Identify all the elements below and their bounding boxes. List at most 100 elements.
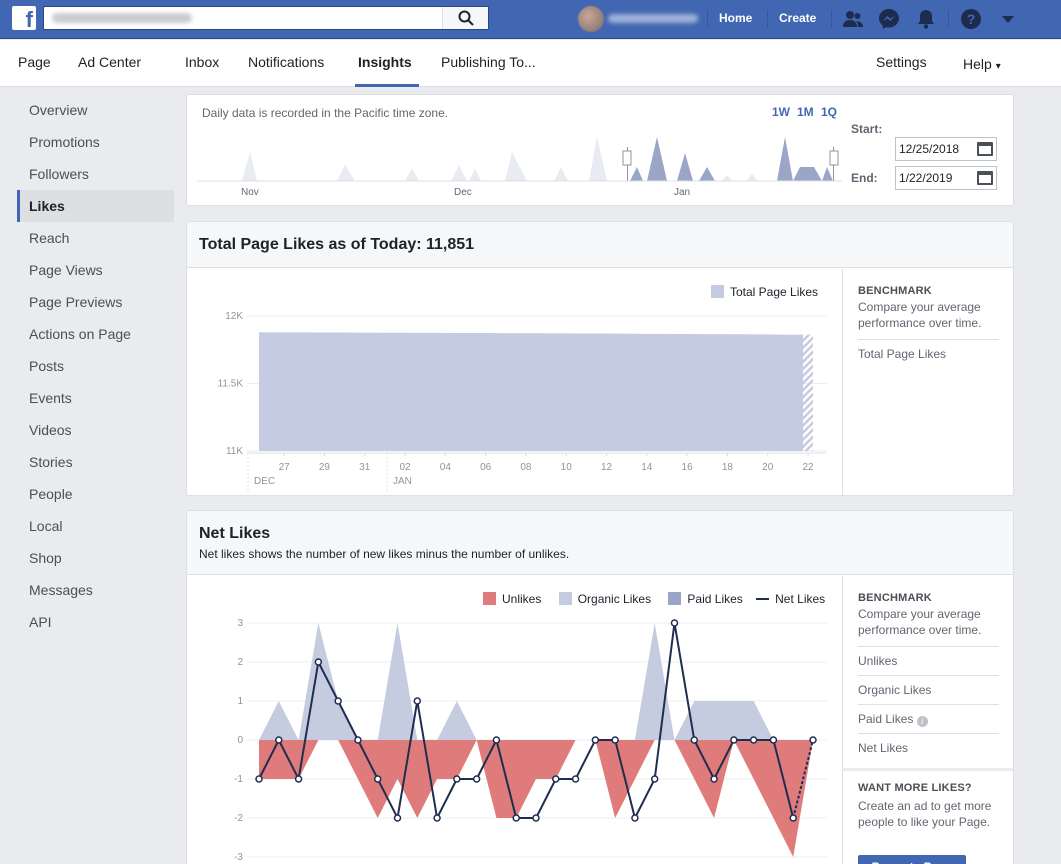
want-more-likes-title: WANT MORE LIKES? xyxy=(858,782,972,794)
net-likes-point xyxy=(749,736,758,744)
search-input[interactable] xyxy=(44,7,444,29)
help-icon[interactable]: ? xyxy=(960,8,982,30)
timeline-peaks-unselected xyxy=(242,137,607,181)
net-likes-point xyxy=(354,736,362,744)
tab-inbox[interactable]: Inbox xyxy=(185,54,219,70)
net-likes-point xyxy=(769,736,778,744)
timeline-month-jan: Jan xyxy=(674,187,691,198)
timeline-peaks-selected xyxy=(630,137,715,181)
sidebar-item-reach[interactable]: Reach xyxy=(17,222,174,254)
range-1q-button[interactable]: 1Q xyxy=(821,105,837,119)
sidebar-item-likes[interactable]: Likes xyxy=(17,190,174,222)
insights-sidebar: Overview Promotions Followers Likes Reach Pag… xyxy=(17,94,174,638)
net-likes-point xyxy=(690,736,699,744)
x-tick-label: 04 xyxy=(440,462,452,473)
benchmark-item-organic-likes[interactable]: Organic Likes xyxy=(858,675,999,704)
net-likes-point xyxy=(492,736,501,744)
range-1w-button[interactable]: 1W xyxy=(772,105,790,119)
benchmark-item-unlikes[interactable]: Unlikes xyxy=(858,646,999,675)
promote-page-button[interactable]: Promote Page xyxy=(858,855,966,864)
notifications-icon[interactable] xyxy=(915,8,937,30)
sidebar-item-videos[interactable]: Videos xyxy=(17,414,174,446)
messenger-icon[interactable] xyxy=(878,8,900,30)
timeline-month-dec: Dec xyxy=(454,187,472,198)
chevron-down-icon[interactable] xyxy=(997,8,1019,30)
search-icon xyxy=(458,10,474,26)
benchmark-item-paid-likes[interactable]: Paid Likes i xyxy=(858,704,999,733)
friends-icon[interactable] xyxy=(842,8,864,30)
tab-notifications[interactable]: Notifications xyxy=(248,54,324,70)
net-likes-point xyxy=(314,658,323,666)
net-likes-point xyxy=(433,814,441,822)
sidebar-item-posts[interactable]: Posts xyxy=(17,350,174,382)
timeline-month-nov: Nov xyxy=(241,187,259,198)
home-link[interactable]: Home xyxy=(719,11,752,25)
tab-page[interactable]: Page xyxy=(18,54,51,70)
net-likes-point xyxy=(453,775,461,783)
net-likes-point xyxy=(413,697,422,705)
organic-likes-area xyxy=(259,623,813,740)
search-box xyxy=(43,6,489,30)
nav-divider xyxy=(707,10,708,28)
total-likes-chart[interactable]: 12K 11.5K 11K 27 29 31 02 04 06 08 10 12 14 16 18 20 22 D… xyxy=(187,269,843,495)
facebook-logo-icon[interactable]: f xyxy=(12,6,36,30)
sidebar-item-followers[interactable]: Followers xyxy=(17,158,174,190)
sidebar-item-messages[interactable]: Messages xyxy=(17,574,174,606)
net-likes-point xyxy=(650,775,659,783)
net-likes-title: Net Likes xyxy=(199,525,271,542)
create-link[interactable]: Create xyxy=(779,11,816,25)
x-tick-label: 20 xyxy=(762,462,774,473)
net-likes-point xyxy=(730,736,738,744)
timeline-left-handle[interactable] xyxy=(622,150,632,166)
sidebar-item-shop[interactable]: Shop xyxy=(17,542,174,574)
sidebar-item-page-previews[interactable]: Page Previews xyxy=(17,286,174,318)
benchmark-item-total-page-likes[interactable]: Total Page Likes xyxy=(858,339,999,368)
nav-divider xyxy=(831,10,832,28)
active-tab-indicator xyxy=(355,84,419,87)
sidebar-item-stories[interactable]: Stories xyxy=(17,446,174,478)
timeline-peaks-unselected-right xyxy=(722,173,757,181)
tab-settings[interactable]: Settings xyxy=(876,54,927,70)
sidebar-item-page-views[interactable]: Page Views xyxy=(17,254,174,286)
y-tick-label: 0 xyxy=(237,735,243,746)
info-icon[interactable]: i xyxy=(916,716,928,727)
profile-name-redacted[interactable] xyxy=(608,14,698,23)
sidebar-item-events[interactable]: Events xyxy=(17,382,174,414)
timeline-sparkline[interactable] xyxy=(197,125,847,200)
sidebar-item-overview[interactable]: Overview xyxy=(17,94,174,126)
tab-publishing-tools[interactable]: Publishing To... xyxy=(441,54,536,70)
benchmark-item-net-likes[interactable]: Net Likes xyxy=(858,733,999,762)
net-likes-chart[interactable]: 3 2 1 0 -1 -2 -3 xyxy=(187,576,843,864)
y-tick-label: -1 xyxy=(234,774,243,785)
net-likes-point xyxy=(532,814,540,822)
search-button[interactable] xyxy=(442,7,488,29)
end-date-input[interactable]: 1/22/2019 xyxy=(895,166,997,190)
sidebar-item-api[interactable]: API xyxy=(17,606,174,638)
net-likes-point xyxy=(255,775,263,783)
want-more-likes-panel: WANT MORE LIKES? Create an ad to get mor… xyxy=(842,768,1013,864)
benchmark-item-label: Paid Likes xyxy=(858,712,914,726)
net-likes-point xyxy=(512,814,520,822)
sidebar-item-promotions[interactable]: Promotions xyxy=(17,126,174,158)
x-tick-label: 08 xyxy=(520,462,532,473)
benchmark-title: BENCHMARK xyxy=(858,285,932,297)
range-1m-button[interactable]: 1M xyxy=(797,105,814,119)
timeline-right-handle[interactable] xyxy=(829,150,839,166)
tab-insights[interactable]: Insights xyxy=(358,54,412,70)
calendar-icon[interactable] xyxy=(977,142,993,156)
tab-help[interactable]: Help ▾ xyxy=(963,56,1001,72)
avatar[interactable] xyxy=(578,6,604,32)
svg-text:?: ? xyxy=(967,11,976,27)
start-date-input[interactable]: 12/25/2018 xyxy=(895,137,997,161)
end-date-value: 1/22/2019 xyxy=(899,171,953,185)
tab-ad-center[interactable]: Ad Center xyxy=(78,54,141,70)
calendar-icon[interactable] xyxy=(977,171,993,185)
net-likes-point xyxy=(472,775,481,783)
sidebar-item-people[interactable]: People xyxy=(17,478,174,510)
net-likes-point xyxy=(631,814,639,822)
sidebar-item-local[interactable]: Local xyxy=(17,510,174,542)
x-tick-label: 18 xyxy=(722,462,734,473)
x-tick-label: 14 xyxy=(641,462,653,473)
sidebar-item-actions-on-page[interactable]: Actions on Page xyxy=(17,318,174,350)
start-date-value: 12/25/2018 xyxy=(899,142,960,156)
